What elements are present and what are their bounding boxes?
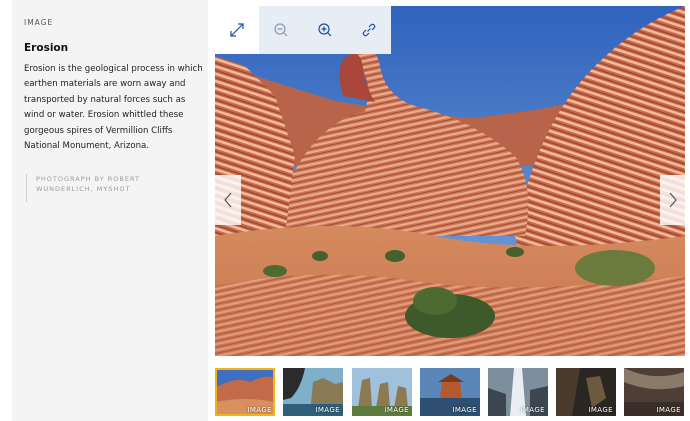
thumbnail-label: IMAGE	[247, 406, 272, 414]
main-photo	[215, 6, 685, 356]
previous-image-button[interactable]	[215, 175, 241, 225]
thumbnail-label: IMAGE	[656, 406, 681, 414]
thumbnail-label: IMAGE	[588, 406, 613, 414]
thumbnail-item[interactable]: IMAGE	[488, 368, 548, 416]
zoom-in-button[interactable]	[303, 6, 347, 54]
expand-icon	[230, 23, 244, 37]
photo-credit: PHOTOGRAPH BY ROBERT WUNDERLICH, MYSHOT	[26, 174, 176, 202]
thumbnail-item[interactable]: IMAGE	[283, 368, 343, 416]
zoom-out-button[interactable]	[259, 6, 303, 54]
photo-credit-line: PHOTOGRAPH BY ROBERT	[36, 175, 140, 183]
link-icon	[362, 23, 376, 37]
thumbnail-item[interactable]: IMAGE	[556, 368, 616, 416]
next-image-button[interactable]	[660, 175, 686, 225]
copy-link-button[interactable]	[347, 6, 391, 54]
main-image[interactable]	[215, 6, 685, 356]
thumbnail-label: IMAGE	[384, 406, 409, 414]
fullscreen-button[interactable]	[215, 6, 259, 54]
zoom-out-icon	[274, 23, 288, 37]
thumbnail-item[interactable]: IMAGE	[624, 368, 684, 416]
thumbnail-item[interactable]: IMAGE	[420, 368, 480, 416]
zoom-in-icon	[318, 23, 332, 37]
chevron-left-icon	[224, 192, 232, 208]
thumbnail-label: IMAGE	[452, 406, 477, 414]
thumbnail-label: IMAGE	[315, 406, 340, 414]
image-title: Erosion	[24, 42, 69, 54]
caption-panel: IMAGE Erosion Erosion is the geological …	[12, 0, 208, 421]
photo-credit-line: WUNDERLICH, MYSHOT	[36, 185, 131, 193]
thumbnail-item[interactable]: IMAGE	[352, 368, 412, 416]
media-type-label: IMAGE	[24, 18, 54, 27]
image-toolbar	[215, 6, 391, 54]
thumbnail-item[interactable]: IMAGE	[215, 368, 275, 416]
thumbnail-label: IMAGE	[520, 406, 545, 414]
chevron-right-icon	[669, 192, 677, 208]
image-description: Erosion is the geological process in whi…	[24, 64, 203, 152]
